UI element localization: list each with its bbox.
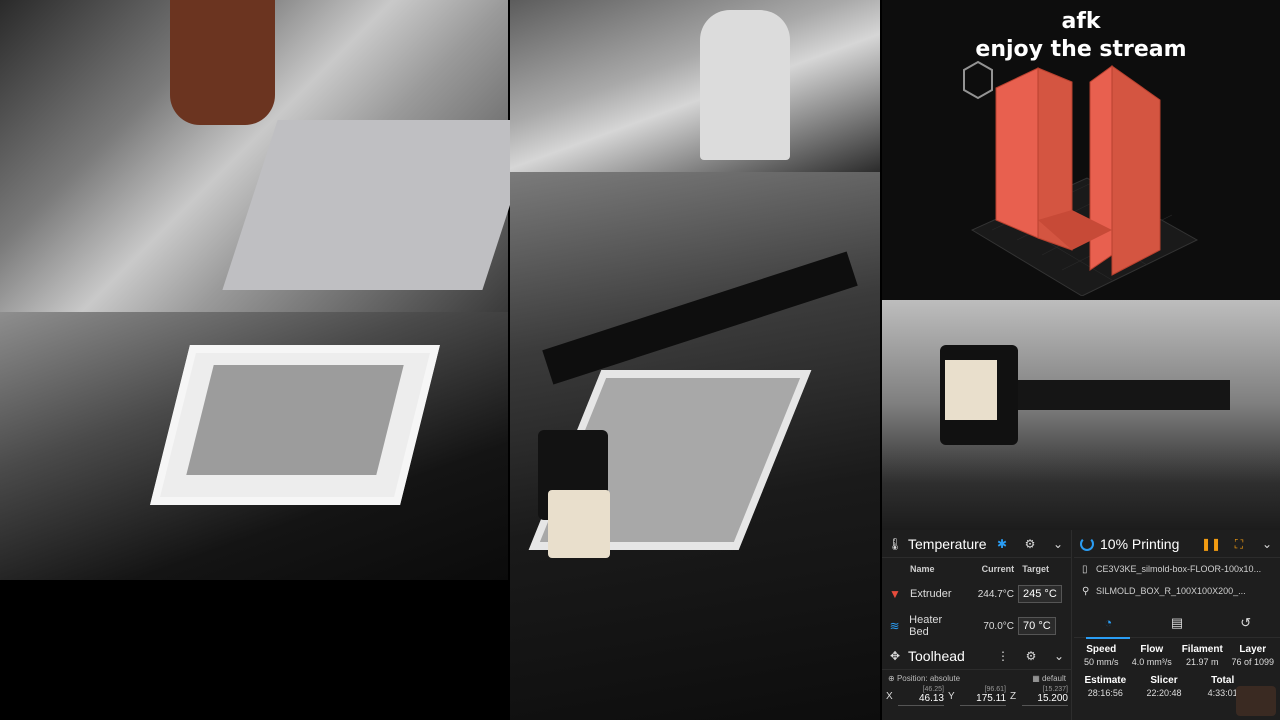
status-tabs: ◔ ▤ ↺ — [1074, 608, 1280, 639]
cooldown-icon[interactable]: ✱ — [995, 537, 1009, 551]
model-preview — [970, 65, 1199, 296]
chevron-down-icon[interactable]: ⌄ — [1260, 537, 1274, 551]
position-default: ▦ default — [1032, 674, 1066, 683]
row-current: 70.0°C — [983, 620, 1014, 632]
overlay-line-1: afk — [1061, 9, 1101, 34]
webcam-thumbnail[interactable] — [1236, 686, 1276, 716]
document-icon: ▤ — [1170, 614, 1184, 630]
printer-dashboard: 🌡 Temperature ✱ ⚙ ⌄ Name Current Target … — [882, 530, 1280, 720]
print-stats: Speed 50 mm/s Flow 4.0 mm³/s Filament 21… — [1074, 638, 1280, 667]
axis-z[interactable]: Z [15.237] 15.200 — [1010, 686, 1068, 706]
progress-spinner-icon — [1080, 536, 1094, 551]
temperature-title: Temperature — [908, 535, 987, 552]
hotend-nozzle — [170, 0, 275, 125]
stream-overlay-text: afk enjoy the stream — [882, 8, 1280, 64]
gcode-preview-panel: afk enjoy the stream — [882, 0, 1280, 300]
move-arrows-icon: ✥ — [889, 648, 901, 663]
row-name: Heater Bed — [909, 614, 943, 638]
tab-files[interactable]: ▤ — [1147, 608, 1207, 638]
chevron-down-icon[interactable]: ⌄ — [1052, 649, 1066, 663]
print-status-header: 10% Printing ❚❚ ⛶ ⌄ — [1074, 530, 1280, 558]
col-name: Name — [910, 564, 935, 574]
temperature-row-bed: ≋ Heater Bed 70.0°C 70 °C — [882, 610, 1071, 642]
toolhead-header: ✥ Toolhead ⋮ ⚙ ⌄ — [882, 642, 1072, 670]
figurine — [700, 10, 790, 160]
printhead-cover — [548, 490, 610, 558]
tab-history[interactable]: ↺ — [1216, 608, 1276, 638]
temperature-table-header: Name Current Target — [882, 558, 1071, 578]
temperature-header: 🌡 Temperature ✱ ⚙ ⌄ — [882, 530, 1071, 558]
exclude-object-icon[interactable]: ⛶ — [1232, 537, 1246, 551]
temperature-row-extruder: ▼ Extruder 244.7°C 245 °C — [882, 578, 1071, 610]
printed-box-inner — [186, 365, 404, 475]
gcode-file-line[interactable]: ▯ CE3V3KE_silmold-box-FLOOR-100x10... — [1074, 558, 1280, 580]
time-estimate: Estimate 28:16:56 — [1084, 675, 1127, 698]
tab-status[interactable]: ◔ — [1078, 608, 1138, 639]
position-mode: ⊕ Position: absolute — [888, 674, 961, 683]
history-icon: ↺ — [1240, 614, 1252, 630]
stat-layer: Layer 76 of 1099 — [1231, 644, 1275, 667]
thermometer-icon: 🌡 — [887, 536, 903, 551]
chevron-down-icon[interactable]: ⌄ — [1051, 537, 1065, 551]
bed-target-input[interactable]: 70 °C — [1018, 617, 1056, 635]
row-current: 244.7°C — [977, 588, 1014, 600]
axis-readout: X [46.25] 46.13 Y [96.61] 175.11 Z [15.2… — [882, 686, 1072, 706]
temperature-panel: 🌡 Temperature ✱ ⚙ ⌄ Name Current Target … — [882, 530, 1072, 720]
object-file-line[interactable]: ⚲ SILMOLD_BOX_R_100X100X200_... — [1074, 580, 1280, 602]
printhead-front-cover — [945, 360, 997, 420]
axis-x[interactable]: X [46.25] 46.13 — [886, 686, 944, 706]
heater-bed-icon: ≋ — [889, 619, 900, 633]
col-target: Target — [1022, 564, 1050, 574]
extruder-icon: ▼ — [889, 587, 901, 601]
extruder-target-input[interactable]: 245 °C — [1018, 585, 1062, 603]
pin-icon: ⚲ — [1082, 585, 1090, 597]
print-status-panel: 10% Printing ❚❚ ⛶ ⌄ ▯ CE3V3KE_silmold-bo… — [1074, 530, 1280, 720]
more-vertical-icon[interactable]: ⋮ — [996, 649, 1010, 663]
speedometer-icon: ◔ — [1104, 615, 1113, 630]
gear-icon[interactable]: ⚙ — [1023, 537, 1037, 551]
cube-icon — [963, 60, 993, 100]
time-slicer: Slicer 22:20:48 — [1146, 675, 1182, 698]
camera-view-figurine — [510, 0, 880, 172]
row-name: Extruder — [910, 588, 952, 600]
build-plate — [222, 120, 538, 290]
stat-flow: Flow 4.0 mm³/s — [1131, 644, 1172, 667]
gantry-rail-front — [1000, 380, 1230, 410]
pause-icon[interactable]: ❚❚ — [1201, 537, 1221, 551]
col-current: Current — [981, 564, 1015, 574]
print-status-title: 10% Printing — [1100, 535, 1180, 552]
gear-icon[interactable]: ⚙ — [1024, 649, 1038, 663]
file-icon: ▯ — [1082, 563, 1088, 575]
axis-y[interactable]: Y [96.61] 175.11 — [948, 686, 1006, 706]
toolhead-panel: ✥ Toolhead ⋮ ⚙ ⌄ ⊕ Position: absolute ▦ … — [882, 642, 1072, 706]
stat-filament: Filament 21.97 m — [1181, 644, 1223, 667]
toolhead-title: Toolhead — [908, 647, 965, 664]
stat-speed: Speed 50 mm/s — [1083, 644, 1119, 667]
empty-area — [0, 580, 508, 720]
